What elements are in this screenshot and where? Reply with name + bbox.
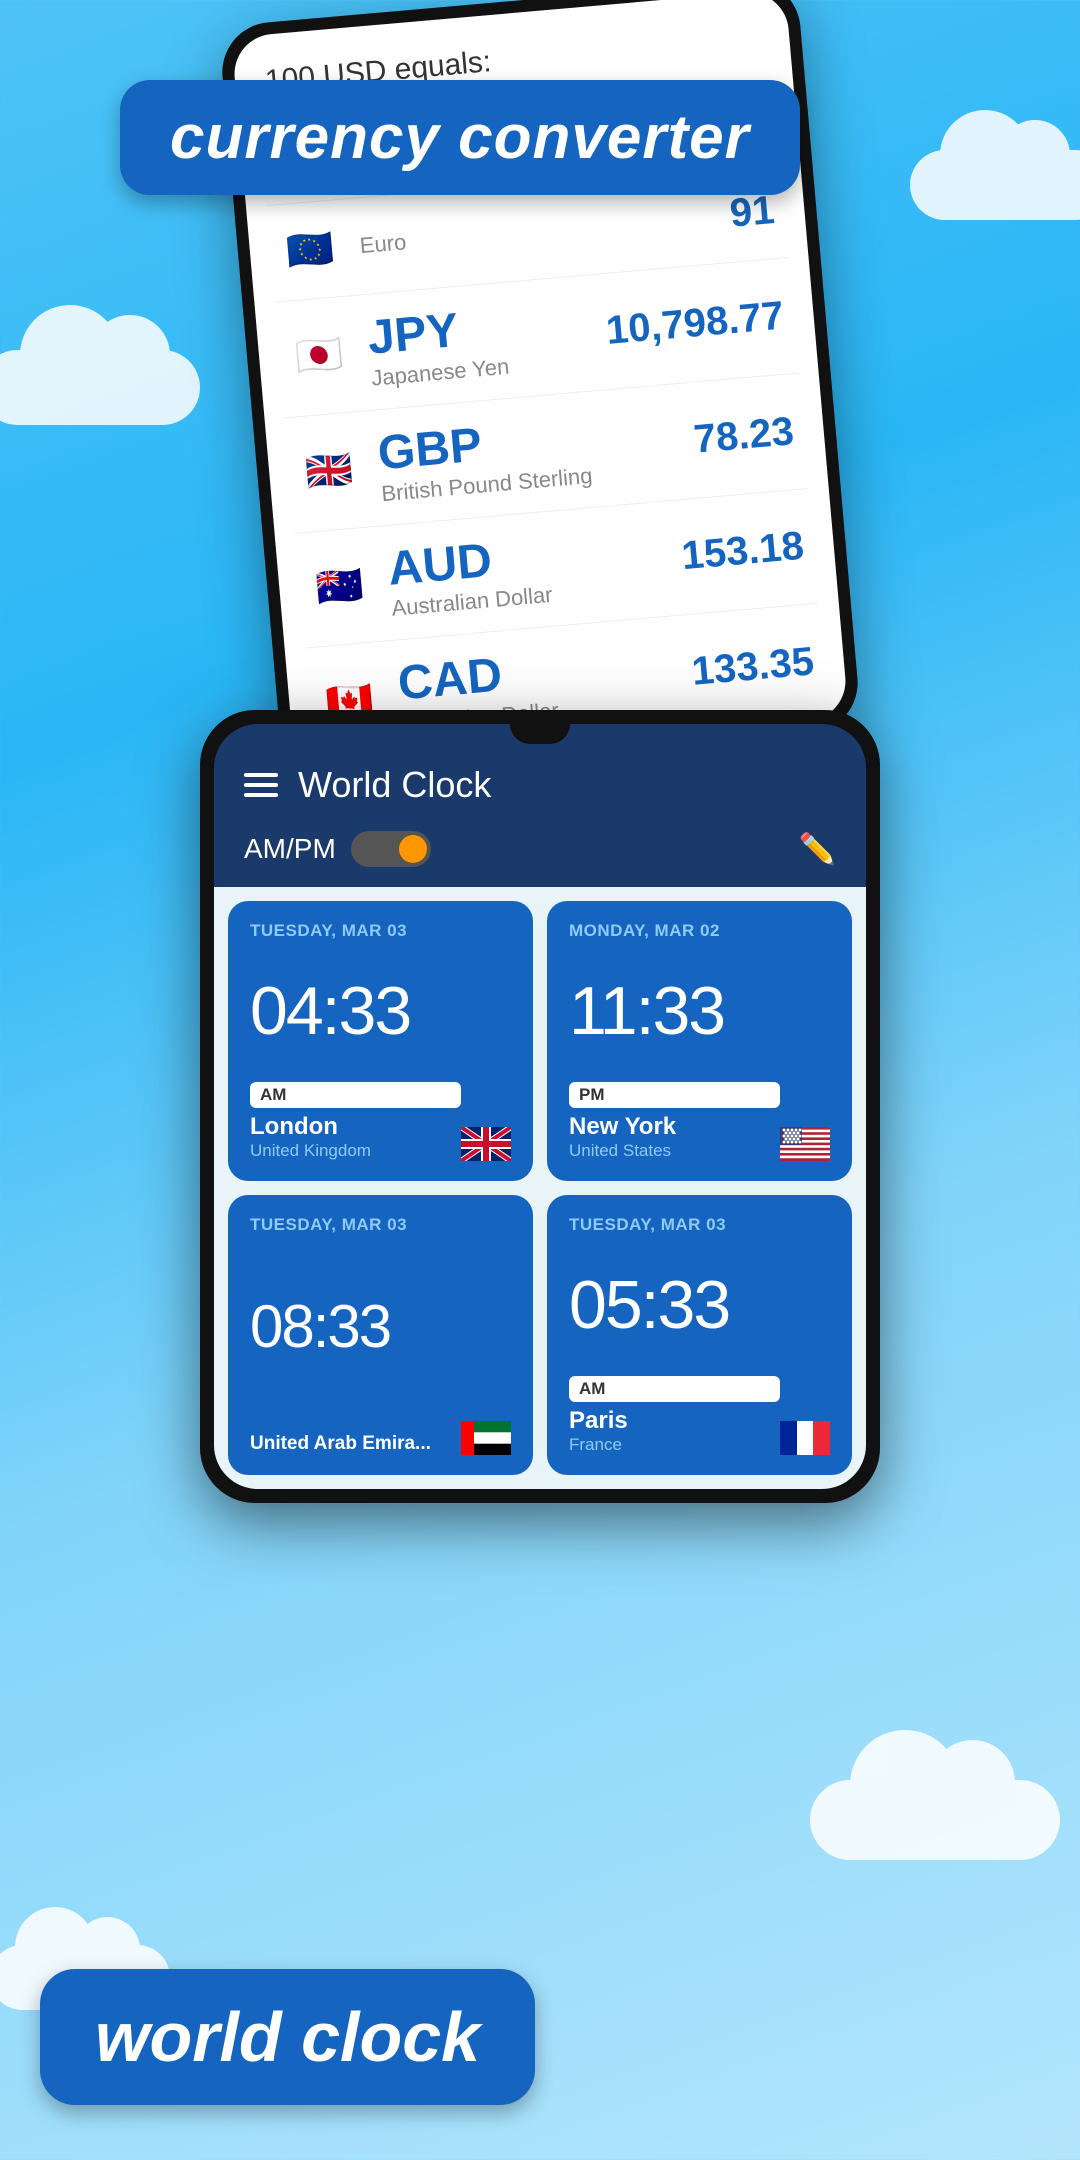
hamburger-line-3: [244, 793, 278, 797]
us-flag-icon: [780, 1127, 830, 1161]
uae-footer: United Arab Emira...: [250, 1421, 511, 1455]
uae-city-wrap: United Arab Emira...: [250, 1433, 461, 1455]
clock-card-newyork[interactable]: MONDAY, MAR 02 11:33 PM New York United …: [547, 901, 852, 1181]
gbp-flag: 🇬🇧: [297, 439, 362, 504]
uk-flag-icon: [461, 1127, 511, 1161]
london-date: TUESDAY, MAR 03: [250, 921, 511, 941]
eur-info: Euro: [359, 201, 731, 259]
clock-card-london[interactable]: TUESDAY, MAR 03 04:33 AM London United K…: [228, 901, 533, 1181]
london-footer: AM London United Kingdom: [250, 1082, 511, 1161]
london-country: United Kingdom: [250, 1141, 461, 1161]
ampm-toggle-switch[interactable]: [351, 831, 431, 867]
hamburger-line-1: [244, 773, 278, 777]
currency-converter-banner: currency converter: [120, 80, 800, 195]
clock-grid: TUESDAY, MAR 03 04:33 AM London United K…: [214, 887, 866, 1489]
eur-flag: 🇪🇺: [278, 218, 343, 283]
france-flag-icon: [780, 1421, 830, 1455]
hamburger-menu-button[interactable]: [244, 773, 278, 797]
cloud-decoration-3: [810, 1780, 1060, 1860]
cad-value: 133.35: [690, 640, 816, 695]
paris-city-wrap: AM Paris France: [569, 1376, 780, 1455]
paris-footer: AM Paris France: [569, 1376, 830, 1455]
uae-flag-icon: [461, 1421, 511, 1455]
newyork-flag-wrap: [780, 1127, 830, 1161]
world-clock-banner: world clock: [40, 1969, 535, 2105]
cloud-decoration-2: [0, 350, 200, 425]
ampm-toggle-group: AM/PM: [244, 831, 431, 867]
world-clock-phone: World Clock AM/PM ✏️ TUESDAY, MAR 03 04:…: [200, 710, 880, 1503]
gbp-value: 78.23: [692, 409, 796, 463]
currency-banner-label: currency converter: [170, 103, 750, 172]
newyork-ampm-badge: PM: [569, 1082, 780, 1108]
newyork-country: United States: [569, 1141, 780, 1161]
london-ampm-badge: AM: [250, 1082, 461, 1108]
gbp-info: GBP British Pound Sterling: [376, 401, 698, 507]
uae-date: TUESDAY, MAR 03: [250, 1215, 511, 1235]
aud-value: 153.18: [680, 524, 806, 579]
newyork-time: 11:33: [569, 949, 830, 1072]
paris-flag-wrap: [780, 1421, 830, 1455]
eur-name: Euro: [359, 201, 731, 259]
wc-toolbar: AM/PM ✏️: [214, 821, 866, 887]
newyork-footer: PM New York United States: [569, 1082, 830, 1161]
paris-country: France: [569, 1435, 780, 1455]
clock-card-uae[interactable]: TUESDAY, MAR 03 08:33 United Arab Emira.…: [228, 1195, 533, 1475]
edit-icon[interactable]: ✏️: [799, 832, 836, 867]
phone-notch: [510, 724, 570, 744]
uae-time: 08:33: [250, 1243, 511, 1411]
paris-date: TUESDAY, MAR 03: [569, 1215, 830, 1235]
uae-city: United Arab Emira...: [250, 1433, 461, 1455]
paris-city: Paris: [569, 1407, 780, 1435]
london-time: 04:33: [250, 949, 511, 1072]
jpy-info: JPY Japanese Yen: [366, 292, 610, 391]
ampm-label: AM/PM: [244, 833, 336, 865]
uae-flag-wrap: [461, 1421, 511, 1455]
jpy-flag: 🇯🇵: [287, 324, 352, 389]
world-clock-screen: World Clock AM/PM ✏️ TUESDAY, MAR 03 04:…: [214, 724, 866, 1489]
paris-time: 05:33: [569, 1243, 830, 1366]
newyork-city-wrap: PM New York United States: [569, 1082, 780, 1161]
clock-card-paris[interactable]: TUESDAY, MAR 03 05:33 AM Paris France: [547, 1195, 852, 1475]
hamburger-line-2: [244, 783, 278, 787]
london-flag-wrap: [461, 1127, 511, 1161]
newyork-date: MONDAY, MAR 02: [569, 921, 830, 941]
cloud-decoration-1: [910, 150, 1080, 220]
jpy-value: 10,798.77: [604, 294, 785, 354]
wc-header: World Clock: [214, 744, 866, 821]
london-city: London: [250, 1113, 461, 1141]
aud-flag: 🇦🇺: [307, 555, 372, 620]
world-clock-title: World Clock: [298, 764, 836, 806]
london-city-wrap: AM London United Kingdom: [250, 1082, 461, 1161]
aud-info: AUD Australian Dollar: [386, 518, 685, 622]
newyork-city: New York: [569, 1113, 780, 1141]
toggle-thumb: [399, 835, 427, 863]
paris-ampm-badge: AM: [569, 1376, 780, 1402]
world-clock-banner-label: world clock: [95, 1998, 480, 2076]
